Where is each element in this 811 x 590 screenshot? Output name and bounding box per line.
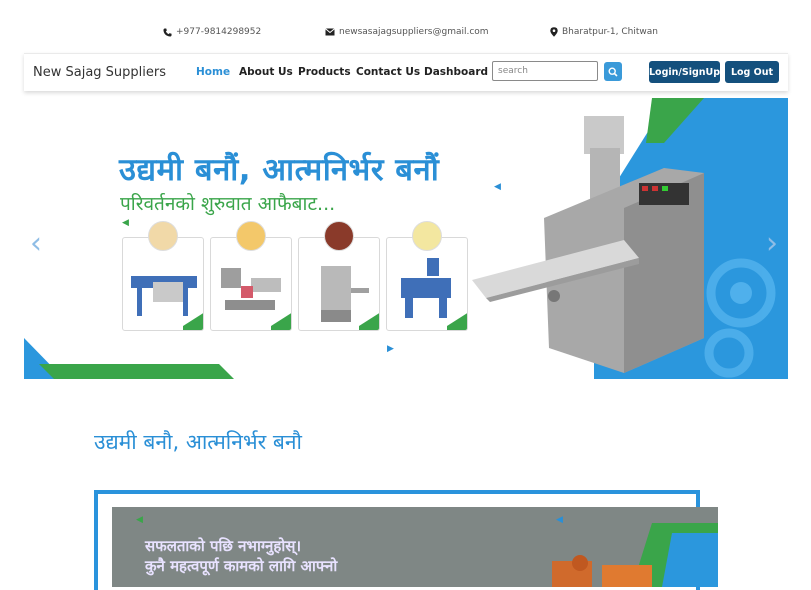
banner-machine-graphic	[552, 523, 718, 587]
phone-contact[interactable]: +977-9814298952	[163, 27, 261, 37]
nav-home[interactable]: Home	[196, 66, 230, 78]
envelope-icon	[325, 28, 335, 36]
hero-carousel: उद्यमी बनौं, आत्मनिर्भर बनौं ◀ परिवर्तनक…	[24, 98, 788, 379]
green-triangle-icon: ◀	[136, 515, 143, 525]
noodle-badge-icon	[148, 221, 178, 251]
email-contact[interactable]: newsasajagsuppliers@gmail.com	[325, 27, 489, 37]
login-signup-button[interactable]: Login/SignUp	[649, 61, 720, 83]
oil-expeller-image	[401, 258, 467, 330]
nav-about-us[interactable]: About Us	[239, 66, 293, 78]
oil-bottle-badge-icon	[412, 221, 442, 251]
sausage-badge-icon	[324, 221, 354, 251]
green-triangle-icon: ◀	[122, 218, 129, 228]
phone-number: +977-9814298952	[176, 27, 262, 37]
nav-contact-us[interactable]: Contact Us	[356, 66, 420, 78]
logout-button[interactable]: Log Out	[725, 61, 779, 83]
search-button[interactable]	[604, 62, 622, 81]
phone-icon	[163, 27, 172, 37]
location-text: Bharatpur-1, Chitwan	[562, 27, 658, 37]
location-contact: Bharatpur-1, Chitwan	[550, 27, 658, 37]
carousel-next-button[interactable]: ›	[766, 226, 778, 261]
email-address: newsasajagsuppliers@gmail.com	[339, 27, 489, 37]
banner-quote-line1: सफलताको पछि नभाग्नुहोस्।	[145, 537, 302, 555]
hero-subheadline: परिवर्तनको शुरुवात आफैबाट...	[120, 193, 336, 215]
carousel-prev-button[interactable]: ‹	[30, 226, 42, 261]
sausage-filler-image	[321, 266, 379, 330]
nav-dashboard[interactable]: Dashboard	[424, 66, 488, 78]
hero-headline: उद्यमी बनौं, आत्मनिर्भर बनौं	[119, 152, 440, 188]
snack-badge-icon	[236, 221, 266, 251]
banner-quote-line2: कुनै महत्वपूर्ण कामको लागि आफ्नो	[145, 557, 338, 575]
food-processing-line-image	[221, 268, 291, 330]
search-input[interactable]	[492, 61, 598, 81]
search-icon	[608, 62, 618, 81]
blue-triangle-icon: ◀	[494, 182, 501, 192]
carousel-indicator-icon[interactable]: ▶	[387, 344, 394, 354]
product-card[interactable]	[298, 237, 380, 331]
contact-bar: +977-9814298952 newsasajagsuppliers@gmai…	[0, 0, 811, 52]
second-banner: ◀ ◀ सफलताको पछि नभाग्नुहोस्। कुनै महत्वप…	[112, 507, 718, 587]
brand-name[interactable]: New Sajag Suppliers	[33, 65, 166, 80]
product-card[interactable]	[210, 237, 292, 331]
nav-products[interactable]: Products	[298, 66, 351, 78]
product-card[interactable]	[122, 237, 204, 331]
product-card[interactable]	[386, 237, 468, 331]
navbar: New Sajag Suppliers Home About Us Produc…	[24, 53, 788, 91]
map-pin-icon	[550, 27, 558, 37]
section-title: उद्यमी बनौ, आत्मनिर्भर बनौ	[94, 430, 302, 454]
noodle-machine-image	[131, 276, 203, 330]
